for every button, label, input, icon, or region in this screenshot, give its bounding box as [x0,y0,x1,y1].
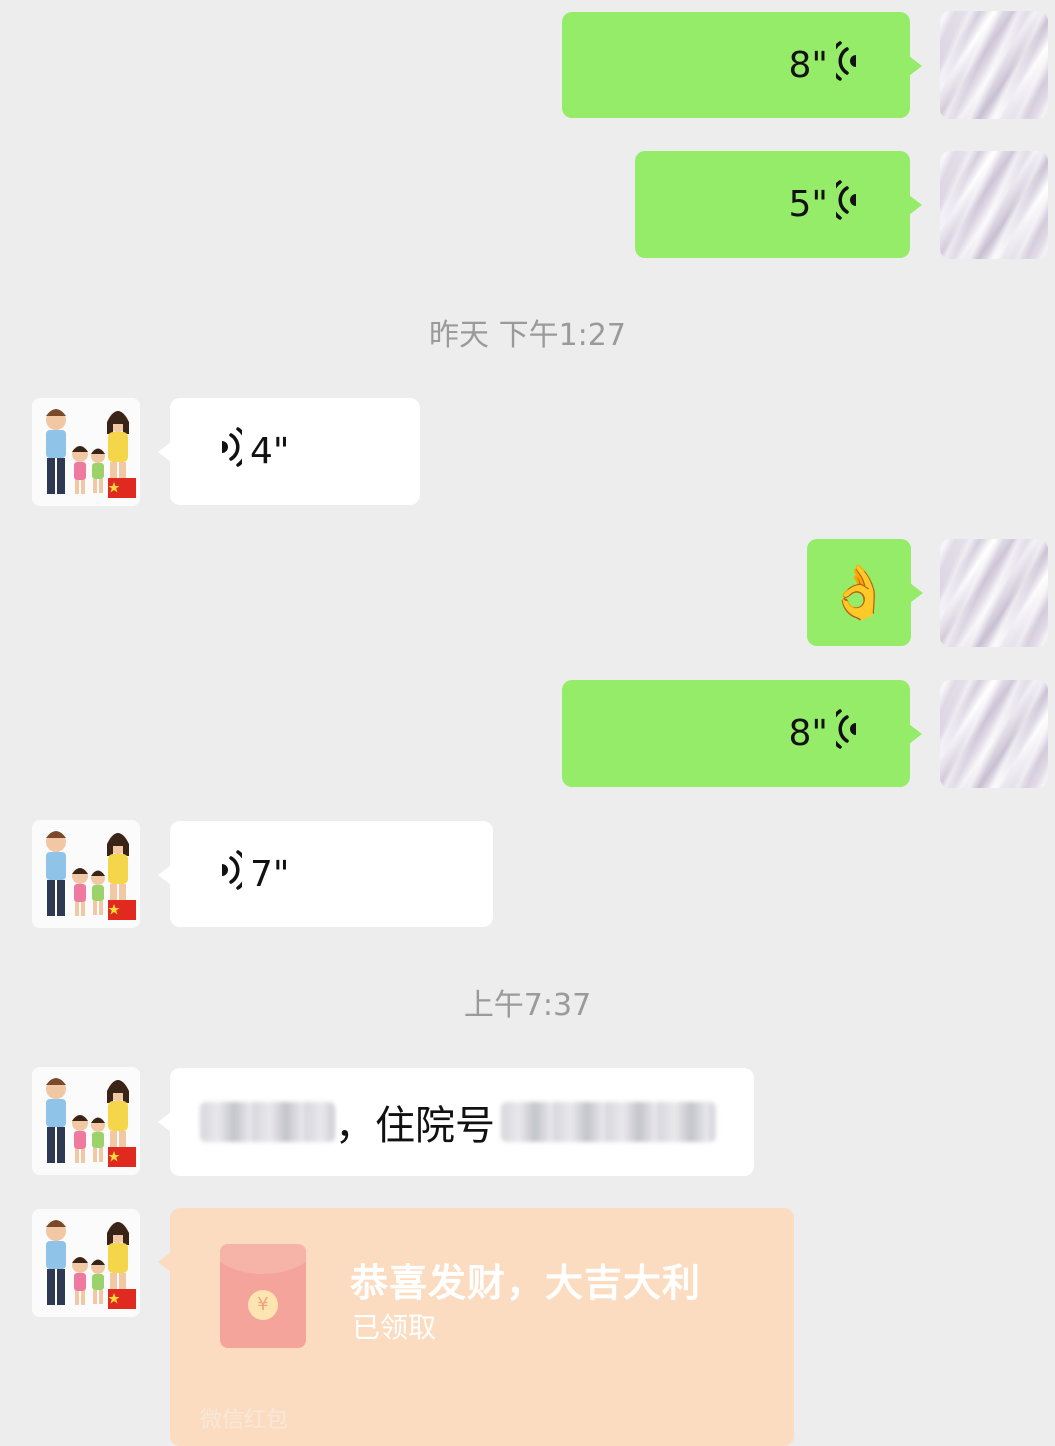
red-packet-status: 已领取 [352,1311,437,1344]
red-envelope-icon: ¥ [220,1244,306,1348]
my-avatar[interactable] [940,11,1048,119]
family-avatar-icon [32,1209,140,1317]
contact-avatar[interactable] [32,820,140,928]
outgoing-voice-bubble[interactable]: 8" [562,12,922,118]
redacted-name [200,1102,335,1142]
incoming-voice-bubble[interactable]: 4" [158,398,420,505]
voice-wave-icon [208,849,250,899]
voice-wave-icon [208,427,250,476]
timestamp: 上午7:37 [463,988,592,1023]
family-avatar-icon [32,820,140,928]
incoming-text-bubble[interactable]: ，住院号 [158,1068,754,1176]
incoming-voice-bubble[interactable]: 7" [158,821,493,927]
my-avatar[interactable] [940,539,1048,647]
my-avatar[interactable] [940,151,1048,259]
voice-duration: 7" [250,853,290,895]
timestamp: 昨天 下午1:27 [429,318,626,353]
outgoing-emoji-bubble[interactable]: 👌 [807,539,923,646]
red-packet-label: 微信红包 [200,1408,289,1433]
family-avatar-icon [32,398,140,506]
red-packet-message[interactable]: ¥ 恭喜发财，大吉大利 已领取 微信红包 [158,1208,794,1446]
message-text: ，住院号 [335,1103,495,1149]
family-avatar-icon [32,1067,140,1175]
outgoing-voice-bubble[interactable]: 8" [562,680,922,787]
contact-avatar[interactable] [32,398,140,506]
voice-duration: 4" [250,431,290,472]
voice-duration: 5" [788,184,828,225]
ok-hand-icon: 👌 [826,563,892,623]
voice-wave-icon [828,40,870,90]
voice-duration: 8" [788,44,828,86]
voice-wave-icon [828,709,870,758]
red-packet-title: 恭喜发财，大吉大利 [350,1261,702,1305]
outgoing-voice-bubble[interactable]: 5" [635,151,922,258]
my-avatar[interactable] [940,680,1048,788]
contact-avatar[interactable] [32,1209,140,1317]
voice-duration: 8" [788,713,828,754]
redacted-number [501,1102,716,1142]
voice-wave-icon [828,180,870,229]
contact-avatar[interactable] [32,1067,140,1175]
